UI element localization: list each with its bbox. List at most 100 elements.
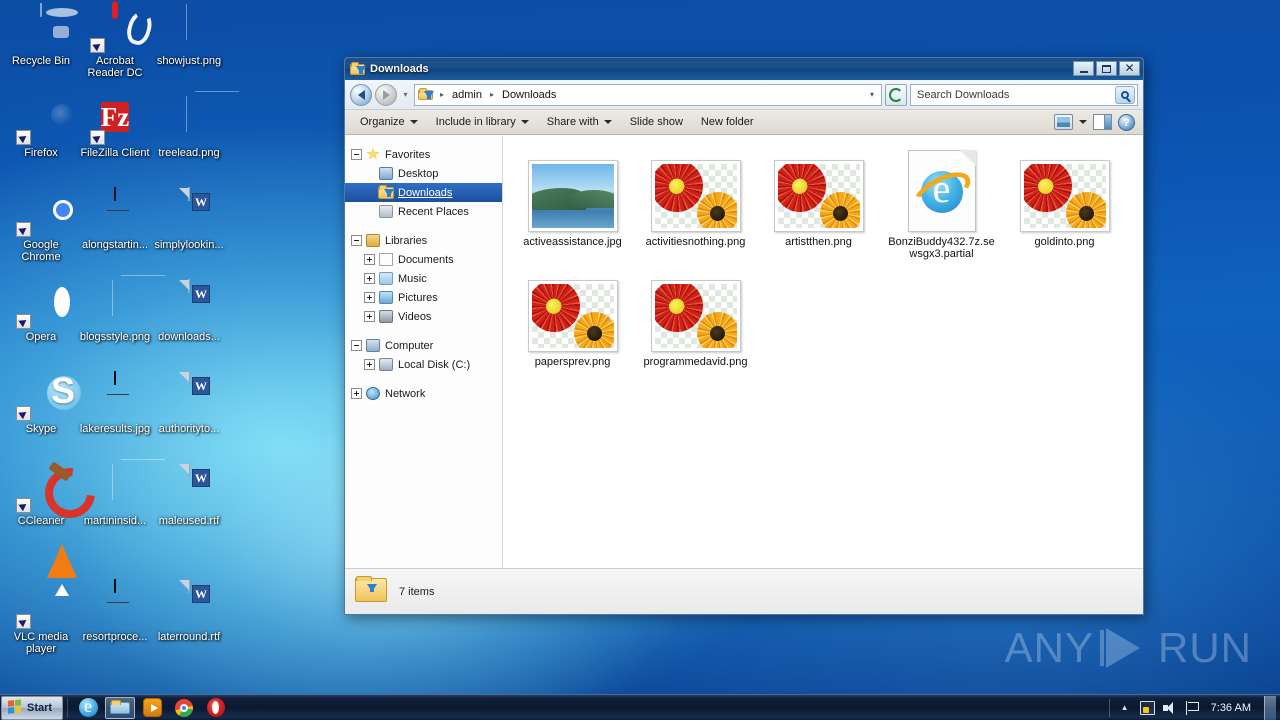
file-thumbnail [759,150,878,232]
desktop-icon[interactable]: VLC media player [4,580,78,655]
file-item[interactable]: programmedavid.png [634,266,757,374]
desktop-icon[interactable]: simplylookin... [152,187,226,251]
nav-group-network[interactable]: Network [345,384,502,403]
desktop-icon[interactable]: Fz FileZilla Client [78,96,152,159]
sidebar-item-videos[interactable]: Videos [345,307,502,326]
network-icon [365,386,381,402]
refresh-button[interactable] [885,83,907,106]
desktop-icon[interactable]: Acrobat Reader DC [78,1,152,79]
sidebar-item-downloads[interactable]: Downloads [345,183,502,202]
show-desktop-button[interactable] [1264,695,1276,720]
desktop-icon[interactable]: Opera [4,280,78,343]
desktop-icon[interactable]: downloads... [152,279,226,343]
toolbar-include-in-library[interactable]: Include in library [427,113,538,131]
expander-toggle[interactable] [364,311,375,322]
sidebar-item-pictures[interactable]: Pictures [345,288,502,307]
file-item[interactable]: goldinto.png [1003,146,1126,266]
desktop-icon[interactable]: resortproce... [78,579,152,643]
nav-group-libraries[interactable]: Libraries [345,231,502,250]
network-icon[interactable] [1139,700,1155,715]
sidebar-item-recent-places[interactable]: Recent Places [345,202,502,221]
windows-flag-icon [8,699,23,716]
file-item[interactable]: BonziBuddy432.7z.sewsgx3.partial [880,146,1003,266]
taskbar-button-internet-explorer[interactable] [73,694,103,719]
file-list-view[interactable]: activeassistance.jpg activitiesnothing.pn… [503,136,1143,568]
desktop-icon[interactable]: blogsstyle.png [78,280,152,343]
address-dropdown-icon[interactable]: ▾ [870,90,878,99]
sidebar-item-music[interactable]: Music [345,269,502,288]
toolbar-slide-show[interactable]: Slide show [621,113,692,131]
expander-toggle[interactable] [351,340,362,351]
file-thumbnail [513,270,632,352]
breadcrumb-admin[interactable]: admin [449,88,485,102]
sidebar-item-desktop[interactable]: Desktop [345,164,502,183]
desktop-icon[interactable]: laterround.rtf [152,579,226,643]
blank-image-icon [165,96,213,144]
toolbar-new-folder[interactable]: New folder [692,113,763,131]
file-item[interactable]: activeassistance.jpg [511,146,634,266]
sidebar-item-local-disk-c[interactable]: Local Disk (C:) [345,355,502,374]
file-item[interactable]: papersprev.png [511,266,634,374]
sidebar-item-label: Videos [398,310,432,323]
window-title-bar[interactable]: Downloads ✕ [345,58,1143,80]
taskbar[interactable]: Start 7:36 AM [0,694,1280,720]
desktop-icon[interactable]: martininsid... [78,464,152,527]
breadcrumb-downloads[interactable]: Downloads [499,88,559,102]
back-button[interactable] [350,83,372,106]
status-item-count: 7 items [399,585,435,598]
desktop-icon[interactable]: treelead.png [152,96,226,159]
desktop-icon[interactable]: maleused.rtf [152,463,226,527]
help-icon[interactable]: ? [1118,113,1135,131]
expander-toggle[interactable] [351,149,362,160]
toolbar-share-with[interactable]: Share with [538,113,621,131]
minimize-button[interactable] [1073,61,1094,76]
chevron-right-icon[interactable]: ▸ [437,90,447,99]
expander-toggle[interactable] [364,359,375,370]
expander-toggle[interactable] [364,273,375,284]
desktop-icon[interactable]: Firefox [4,96,78,159]
preview-pane-icon[interactable] [1093,114,1112,130]
expander-toggle[interactable] [364,292,375,303]
search-icon[interactable] [1115,85,1135,104]
close-button[interactable]: ✕ [1119,61,1140,76]
breadcrumb-address-bar[interactable]: ▸ admin ▸ Downloads ▾ [414,83,882,106]
desktop-icon[interactable]: Skype [4,372,78,435]
taskbar-button-google-chrome[interactable] [169,697,199,719]
expander-toggle[interactable] [364,254,375,265]
forward-button[interactable] [375,83,397,106]
desktop-icon[interactable]: Google Chrome [4,188,78,263]
view-chevron-down-icon[interactable] [1079,120,1087,124]
taskbar-button-opera[interactable] [201,697,231,719]
maximize-button[interactable] [1096,61,1117,76]
expander-toggle[interactable] [351,388,362,399]
taskbar-button-windows-media-player[interactable] [137,697,167,719]
desktop-icon[interactable]: alongstartin... [78,187,152,251]
expander-toggle[interactable] [351,235,362,246]
explorer-window[interactable]: Downloads ✕ ▾ ▸ admin ▸ Downloads ▾ Sear… [344,57,1144,615]
clock[interactable]: 7:36 AM [1207,702,1255,714]
search-input[interactable]: Search Downloads [917,89,1115,101]
sidebar-item-documents[interactable]: Documents [345,250,502,269]
search-box[interactable]: Search Downloads [910,83,1138,106]
nav-group-label: Libraries [385,234,428,247]
navigation-pane[interactable]: Favorites Desktop Downloads Recent Places Li… [345,136,503,568]
nav-group-favorites[interactable]: Favorites [345,145,502,164]
desktop-icon[interactable]: lakeresults.jpg [78,371,152,435]
start-button[interactable]: Start [1,695,64,720]
file-item[interactable]: activitiesnothing.png [634,146,757,266]
taskbar-button-windows-explorer[interactable] [105,696,136,719]
desktop-icon[interactable]: CCleaner [4,464,78,527]
show-hidden-icons-chevron-icon[interactable] [1117,700,1133,716]
volume-icon[interactable] [1162,701,1178,715]
desktop-icon-label: treelead.png [158,147,220,159]
chevron-right-icon[interactable]: ▸ [487,90,497,99]
desktop-icon[interactable]: authorityto... [152,371,226,435]
toolbar-organize[interactable]: Organize [351,113,427,131]
desktop-icon[interactable]: Recycle Bin [4,3,78,67]
recent-pages-chevron-icon[interactable]: ▾ [400,90,411,99]
change-view-icon[interactable] [1054,114,1073,130]
file-item[interactable]: artistthen.png [757,146,880,266]
action-center-flag-icon[interactable] [1185,700,1200,715]
desktop-icon[interactable]: showjust.png [152,4,226,67]
nav-group-computer[interactable]: Computer [345,336,502,355]
